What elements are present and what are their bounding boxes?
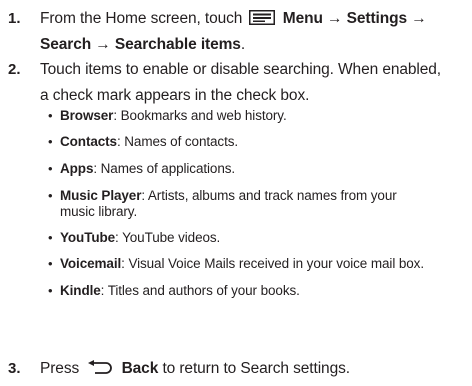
step-number: 1.: [8, 10, 21, 27]
step-1-line-1: From the Home screen, touch Menu → Setti…: [40, 10, 427, 28]
search-path: Search → Searchable items: [40, 36, 241, 53]
step-1-line-2: Search → Searchable items.: [40, 36, 245, 54]
step-number: 2.: [8, 61, 21, 78]
item-label: Browser: [60, 108, 114, 123]
item-desc: : Bookmarks and web history.: [113, 108, 287, 123]
back-icon: [87, 360, 113, 375]
bullet-icon: •: [48, 188, 53, 203]
item-desc: : Names of applications.: [93, 161, 236, 176]
step-number: 3.: [8, 360, 21, 377]
bullet-icon: •: [48, 283, 53, 298]
item-label: YouTube: [60, 230, 116, 245]
bullet-icon: •: [48, 108, 53, 123]
item-label: Apps: [60, 161, 94, 176]
bullet-icon: •: [48, 256, 53, 271]
bullet-icon: •: [48, 134, 53, 149]
step-3-suffix: to return to Search settings.: [162, 360, 350, 377]
bullet-icon: •: [48, 161, 53, 176]
step-2-line-1: Touch items to enable or disable searchi…: [40, 61, 441, 78]
menu-path: Menu → Settings →: [282, 10, 427, 27]
item-label: Voicemail: [60, 256, 122, 271]
menu-icon: [248, 10, 275, 25]
instructions-page: 1. From the Home screen, touch Menu → Se…: [0, 0, 472, 386]
step-2-line-2: a check mark appears in the check box.: [40, 87, 310, 104]
step-3-line: Press Back to return to Search settings.: [40, 360, 350, 378]
item-label: Music Player: [60, 188, 142, 203]
period: .: [240, 36, 246, 53]
item-label: Contacts: [60, 134, 117, 149]
item-desc: : Visual Voice Mails received in your vo…: [121, 256, 424, 271]
step-1-text: From the Home screen, touch: [40, 10, 243, 27]
back-label: Back: [121, 360, 159, 377]
bullet-icon: •: [48, 230, 53, 245]
step-3-prefix: Press: [40, 360, 80, 377]
item-desc: : Titles and authors of your books.: [100, 283, 300, 298]
item-label: Kindle: [60, 283, 101, 298]
item-desc: : YouTube videos.: [115, 230, 221, 245]
item-desc: : Names of contacts.: [116, 134, 239, 149]
